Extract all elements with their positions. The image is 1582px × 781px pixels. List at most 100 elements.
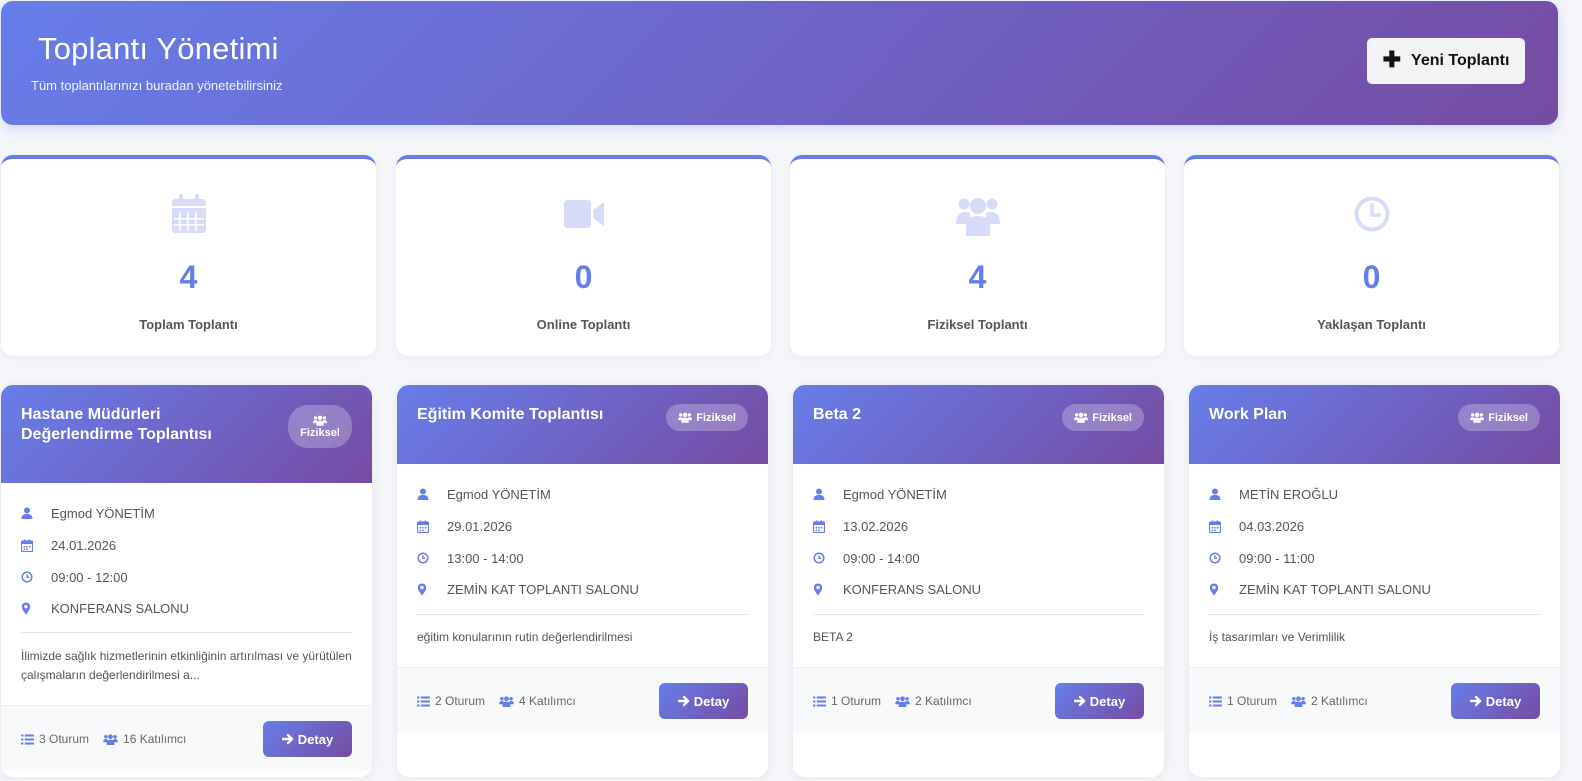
stat-card-physical: 4 Fiziksel Toplantı (790, 155, 1165, 356)
meeting-card-header: Eğitim Komite Toplantısı Fiziksel (397, 385, 768, 464)
meeting-type-badge: Fiziksel (666, 404, 748, 431)
session-count: 1 Oturum (813, 694, 881, 708)
page-header: Toplantı Yönetimi Tüm toplantılarınızı b… (1, 1, 1558, 125)
meeting-time: 09:00 - 11:00 (1239, 550, 1315, 566)
organizer-name: Egmod YÖNETİM (843, 486, 947, 502)
date-row: 04.03.2026 (1209, 516, 1304, 536)
organizer-row: Egmod YÖNETİM (21, 503, 155, 523)
clock-icon (1354, 196, 1390, 232)
organizer-name: METİN EROĞLU (1239, 486, 1338, 502)
divider (21, 632, 352, 633)
clock-icon (813, 552, 825, 564)
meeting-type-badge: Fiziksel (1458, 404, 1540, 431)
participant-count: 4 Katılımcı (499, 694, 576, 708)
stat-value: 0 (1362, 259, 1381, 295)
meeting-description: İlimizde sağlık hizmetlerinin etkinliğin… (21, 649, 352, 682)
date-row: 29.01.2026 (417, 516, 512, 536)
meeting-card: Hastane Müdürleri Değerlendirme Toplantı… (1, 385, 372, 777)
stat-value: 4 (179, 259, 198, 295)
meeting-card-footer: 3 Oturum 16 Katılımcı Detay (1, 705, 372, 771)
time-row: 09:00 - 12:00 (21, 567, 128, 587)
organizer-row: METİN EROĞLU (1209, 484, 1338, 504)
meeting-card-header: Beta 2 Fiziksel (793, 385, 1164, 464)
user-icon (1209, 488, 1221, 500)
stat-value: 0 (574, 259, 593, 295)
video-camera-icon (563, 199, 604, 229)
users-icon (1074, 412, 1088, 423)
date-row: 13.02.2026 (813, 516, 908, 536)
location-row: ZEMİN KAT TOPLANTI SALONU (417, 579, 639, 599)
map-pin-icon (417, 583, 427, 596)
time-row: 09:00 - 14:00 (813, 548, 920, 568)
date-row: 24.01.2026 (21, 535, 116, 555)
arrow-right-icon (1470, 695, 1482, 707)
stat-label: Fiziksel Toplantı (927, 317, 1028, 332)
participant-count: 2 Katılımcı (1291, 694, 1368, 708)
users-icon (678, 412, 692, 423)
detail-button[interactable]: Detay (659, 683, 748, 719)
map-pin-icon (21, 602, 31, 615)
stat-card-total: 4 Toplam Toplantı (1, 155, 376, 356)
clock-icon (21, 571, 33, 583)
session-count: 3 Oturum (21, 732, 89, 746)
arrow-right-icon (678, 695, 690, 707)
stat-label: Yaklaşan Toplantı (1317, 317, 1426, 332)
meeting-date: 29.01.2026 (447, 518, 513, 534)
calendar-icon (417, 520, 429, 533)
meeting-type-badge: Fiziksel (1062, 404, 1144, 431)
calendar-icon (170, 193, 208, 235)
meeting-time: 09:00 - 12:00 (51, 569, 128, 585)
detail-button[interactable]: Detay (263, 721, 352, 757)
detail-button[interactable]: Detay (1055, 683, 1144, 719)
stat-label: Toplam Toplantı (139, 317, 238, 332)
plus-icon: ✚ (1382, 47, 1402, 72)
list-icon (813, 696, 826, 707)
meeting-title: Eğitim Komite Toplantısı (417, 406, 604, 423)
badge-label: Fiziksel (1488, 411, 1528, 424)
meeting-date: 04.03.2026 (1239, 518, 1305, 534)
stat-card-upcoming: 0 Yaklaşan Toplantı (1184, 155, 1559, 356)
users-icon (955, 194, 1000, 236)
organizer-name: Egmod YÖNETİM (447, 486, 551, 502)
meeting-card-footer: 1 Oturum 2 Katılımcı Detay (1189, 667, 1560, 733)
meeting-card-footer: 2 Oturum 4 Katılımcı Detay (397, 667, 768, 733)
list-icon (1209, 696, 1222, 707)
meeting-location: KONFERANS SALONU (51, 600, 189, 616)
new-meeting-button[interactable]: ✚ Yeni Toplantı (1367, 38, 1525, 84)
stat-value: 4 (968, 259, 987, 295)
location-row: KONFERANS SALONU (21, 598, 189, 618)
page-subtitle: Tüm toplantılarınızı buradan yönetebilir… (31, 78, 283, 93)
calendar-icon (21, 539, 33, 552)
user-icon (813, 488, 825, 500)
map-pin-icon (1209, 583, 1219, 596)
map-pin-icon (813, 583, 823, 596)
users-icon (895, 696, 910, 707)
location-row: KONFERANS SALONU (813, 579, 981, 599)
list-icon (417, 696, 430, 707)
participant-count: 16 Katılımcı (103, 732, 186, 746)
badge-label: Fiziksel (696, 411, 736, 424)
calendar-icon (1209, 520, 1221, 533)
users-icon (499, 696, 514, 707)
badge-label: Fiziksel (1092, 411, 1132, 424)
session-count: 2 Oturum (417, 694, 485, 708)
users-icon (1291, 696, 1306, 707)
meeting-time: 09:00 - 14:00 (843, 550, 920, 566)
arrow-right-icon (282, 733, 294, 745)
meeting-location: ZEMİN KAT TOPLANTI SALONU (1239, 581, 1431, 597)
detail-button[interactable]: Detay (1451, 683, 1540, 719)
meeting-card-header: Hastane Müdürleri Değerlendirme Toplantı… (1, 385, 372, 483)
users-icon (103, 734, 118, 745)
organizer-row: Egmod YÖNETİM (417, 484, 551, 504)
meeting-location: ZEMİN KAT TOPLANTI SALONU (447, 581, 639, 597)
meeting-card-footer: 1 Oturum 2 Katılımcı Detay (793, 667, 1164, 733)
stat-card-online: 0 Online Toplantı (396, 155, 771, 356)
calendar-icon (813, 520, 825, 533)
location-row: ZEMİN KAT TOPLANTI SALONU (1209, 579, 1431, 599)
meeting-title: Hastane Müdürleri Değerlendirme Toplantı… (21, 406, 212, 443)
time-row: 09:00 - 11:00 (1209, 548, 1315, 568)
stat-label: Online Toplantı (536, 317, 631, 332)
divider (417, 614, 748, 615)
meeting-date: 24.01.2026 (51, 537, 117, 553)
organizer-row: Egmod YÖNETİM (813, 484, 947, 504)
